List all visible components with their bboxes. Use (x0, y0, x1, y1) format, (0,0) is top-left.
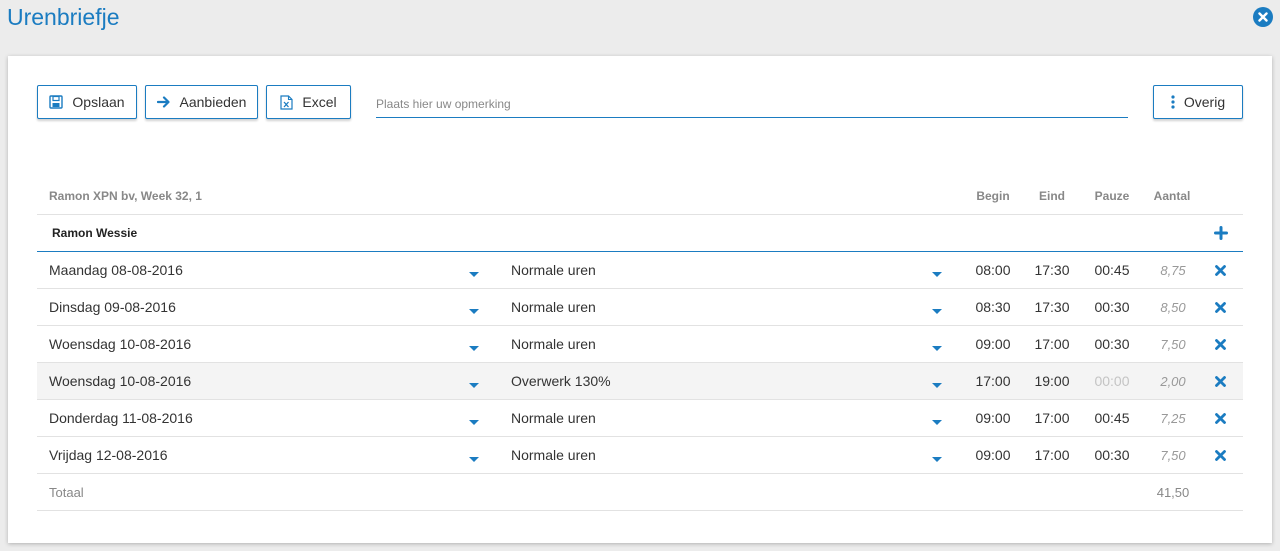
hour-type-select-value[interactable]: Normale uren (511, 326, 596, 362)
day-dropdown-caret-icon[interactable] (469, 252, 479, 288)
table-row: Donderdag 11-08-2016 Normale uren 09:00 17:… (37, 400, 1243, 437)
pause-time[interactable]: 00:45 (1087, 400, 1137, 436)
day-dropdown-caret-icon[interactable] (469, 437, 479, 473)
hour-type-select-value[interactable]: Overwerk 130% (511, 363, 611, 399)
hours-amount: 7,50 (1160, 336, 1186, 352)
end-time[interactable]: 17:30 (1027, 289, 1077, 325)
save-button-label: Opslaan (72, 94, 125, 110)
end-time[interactable]: 19:00 (1027, 363, 1077, 399)
more-button-label: Overig (1183, 94, 1226, 110)
hours-amount: 7,50 (1160, 447, 1186, 463)
hour-type-select-value[interactable]: Normale uren (511, 252, 596, 288)
day-select-value[interactable]: Maandag 08-08-2016 (49, 252, 183, 288)
page-title: Urenbriefje (7, 4, 120, 30)
table-row: Vrijdag 12-08-2016 Normale uren 09:00 17:00… (37, 437, 1243, 474)
day-dropdown-caret-icon[interactable] (469, 326, 479, 362)
day-select-value[interactable]: Dinsdag 09-08-2016 (49, 289, 176, 325)
day-dropdown-caret-icon[interactable] (469, 363, 479, 399)
delete-icon[interactable] (1215, 252, 1226, 288)
hour-type-dropdown-caret-icon[interactable] (932, 252, 942, 288)
column-header-pause: Pauze (1094, 189, 1130, 203)
vertical-ellipsis-icon (1171, 95, 1175, 109)
total-value: 41,50 (1156, 484, 1190, 500)
employee-row: Ramon Wessie (37, 215, 1243, 252)
day-select-value[interactable]: Donderdag 11-08-2016 (49, 400, 193, 436)
hours-amount: 7,25 (1160, 410, 1186, 426)
day-select-value[interactable]: Woensdag 10-08-2016 (49, 363, 191, 399)
day-select-value[interactable]: Vrijdag 12-08-2016 (49, 437, 168, 473)
hours-amount: 8,50 (1160, 299, 1186, 315)
pause-time[interactable]: 00:30 (1087, 437, 1137, 473)
end-time[interactable]: 17:00 (1027, 437, 1077, 473)
delete-icon[interactable] (1215, 326, 1226, 362)
hour-type-select-value[interactable]: Normale uren (511, 437, 596, 473)
add-icon[interactable] (1214, 215, 1228, 251)
begin-time[interactable]: 09:00 (968, 437, 1018, 473)
table-row: Woensdag 10-08-2016 Overwerk 130% 17:00 19:… (37, 363, 1243, 400)
delete-icon[interactable] (1215, 289, 1226, 325)
offer-button-label: Aanbieden (179, 94, 247, 110)
day-dropdown-caret-icon[interactable] (469, 289, 479, 325)
pause-time[interactable]: 00:00 (1087, 363, 1137, 399)
pause-time[interactable]: 00:30 (1087, 289, 1137, 325)
begin-time[interactable]: 08:30 (968, 289, 1018, 325)
begin-time[interactable]: 08:00 (968, 252, 1018, 288)
pause-time[interactable]: 00:30 (1087, 326, 1137, 362)
day-dropdown-caret-icon[interactable] (469, 400, 479, 436)
delete-icon[interactable] (1215, 437, 1226, 473)
delete-icon[interactable] (1215, 363, 1226, 399)
excel-file-icon (280, 94, 293, 110)
day-select-value[interactable]: Woensdag 10-08-2016 (49, 326, 191, 362)
employee-name: Ramon Wessie (52, 226, 138, 240)
hours-amount: 8,75 (1160, 262, 1186, 278)
hour-type-dropdown-caret-icon[interactable] (932, 437, 942, 473)
timesheet-panel: Opslaan Aanbieden Excel Overig Ramon XPN… (8, 56, 1272, 543)
column-header-begin: Begin (976, 189, 1010, 203)
table-row: Dinsdag 09-08-2016 Normale uren 08:30 17:30… (37, 289, 1243, 326)
hour-type-dropdown-caret-icon[interactable] (932, 289, 942, 325)
floppy-disk-icon (49, 95, 64, 109)
excel-button[interactable]: Excel (266, 85, 351, 119)
hour-type-dropdown-caret-icon[interactable] (932, 363, 942, 399)
total-label: Totaal (49, 484, 84, 500)
hours-amount: 2,00 (1160, 373, 1186, 389)
arrow-right-icon (156, 95, 171, 109)
column-header-amount: Aantal (1153, 189, 1191, 203)
timesheet-table: Ramon XPN bv, Week 32, 1 Begin Eind Pauz… (37, 178, 1243, 511)
total-row: Totaal 41,50 (37, 474, 1243, 511)
hour-type-dropdown-caret-icon[interactable] (932, 326, 942, 362)
excel-button-label: Excel (302, 94, 337, 110)
delete-icon[interactable] (1215, 400, 1226, 436)
hour-type-dropdown-caret-icon[interactable] (932, 400, 942, 436)
hour-type-select-value[interactable]: Normale uren (511, 289, 596, 325)
hour-type-select-value[interactable]: Normale uren (511, 400, 596, 436)
end-time[interactable]: 17:00 (1027, 326, 1077, 362)
begin-time[interactable]: 09:00 (968, 400, 1018, 436)
remark-input[interactable] (376, 85, 1128, 118)
more-button[interactable]: Overig (1153, 85, 1243, 119)
begin-time[interactable]: 09:00 (968, 326, 1018, 362)
table-row: Maandag 08-08-2016 Normale uren 08:00 17:30… (37, 252, 1243, 289)
timesheet-caption: Ramon XPN bv, Week 32, 1 (49, 189, 202, 203)
end-time[interactable]: 17:00 (1027, 400, 1077, 436)
end-time[interactable]: 17:30 (1027, 252, 1077, 288)
save-button[interactable]: Opslaan (37, 85, 137, 119)
column-header-end: Eind (1039, 189, 1065, 203)
close-icon[interactable] (1253, 7, 1273, 27)
table-header: Ramon XPN bv, Week 32, 1 Begin Eind Pauz… (37, 178, 1243, 215)
begin-time[interactable]: 17:00 (968, 363, 1018, 399)
pause-time[interactable]: 00:45 (1087, 252, 1137, 288)
table-row: Woensdag 10-08-2016 Normale uren 09:00 17:0… (37, 326, 1243, 363)
offer-button[interactable]: Aanbieden (145, 85, 258, 119)
